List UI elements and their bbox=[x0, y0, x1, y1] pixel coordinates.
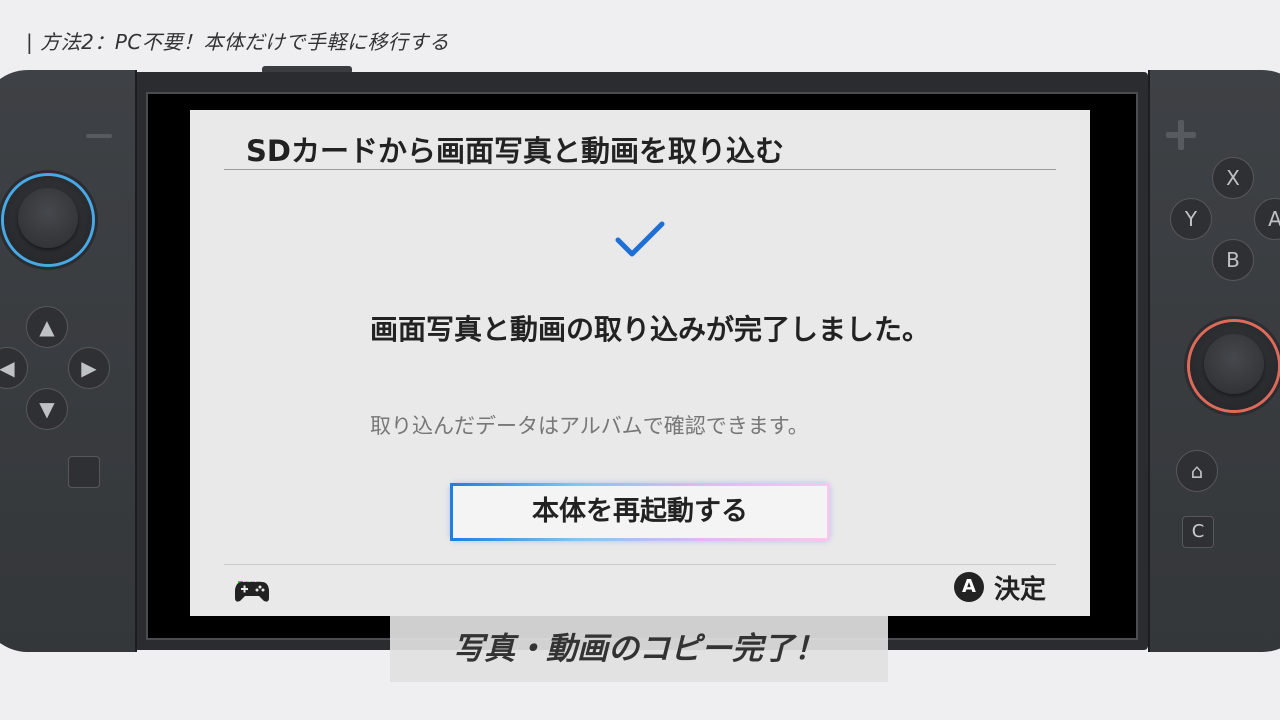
footer-divider bbox=[224, 564, 1056, 565]
dpad-up-button: ▲ bbox=[26, 306, 68, 348]
left-stick bbox=[4, 176, 92, 264]
screen-title: SDカードから画面写真と動画を取り込む bbox=[246, 134, 784, 168]
x-button: X bbox=[1212, 157, 1254, 199]
title-divider bbox=[224, 169, 1056, 170]
c-button: C bbox=[1182, 516, 1214, 548]
page-heading: | 方法2：PC不要！本体だけで手軽に移行する bbox=[26, 30, 450, 54]
dpad-down-button: ▼ bbox=[26, 388, 68, 430]
minus-button bbox=[86, 134, 112, 138]
completion-message: 画面写真と動画の取り込みが完了しました。 bbox=[370, 313, 931, 346]
controller-icon bbox=[235, 582, 269, 602]
home-button: ⌂ bbox=[1176, 450, 1218, 492]
y-button: Y bbox=[1170, 198, 1212, 240]
a-button-icon: A bbox=[953, 572, 984, 602]
video-caption: 写真・動画のコピー完了！ bbox=[390, 616, 888, 682]
confirm-hint[interactable]: A 決定 bbox=[953, 570, 1046, 605]
capture-button bbox=[68, 456, 100, 488]
right-stick bbox=[1190, 322, 1278, 410]
checkmark-icon bbox=[615, 221, 665, 257]
restart-console-button[interactable]: 本体を再起動する bbox=[450, 483, 830, 541]
confirm-label: 決定 bbox=[993, 574, 1046, 605]
console-screen: SDカードから画面写真と動画を取り込む 画面写真と動画の取り込みが完了しました。… bbox=[190, 110, 1090, 616]
b-button: B bbox=[1212, 239, 1254, 281]
sub-message: 取り込んだデータはアルバムで確認できます。 bbox=[370, 414, 809, 438]
dpad-right-button: ▶ bbox=[68, 347, 110, 389]
